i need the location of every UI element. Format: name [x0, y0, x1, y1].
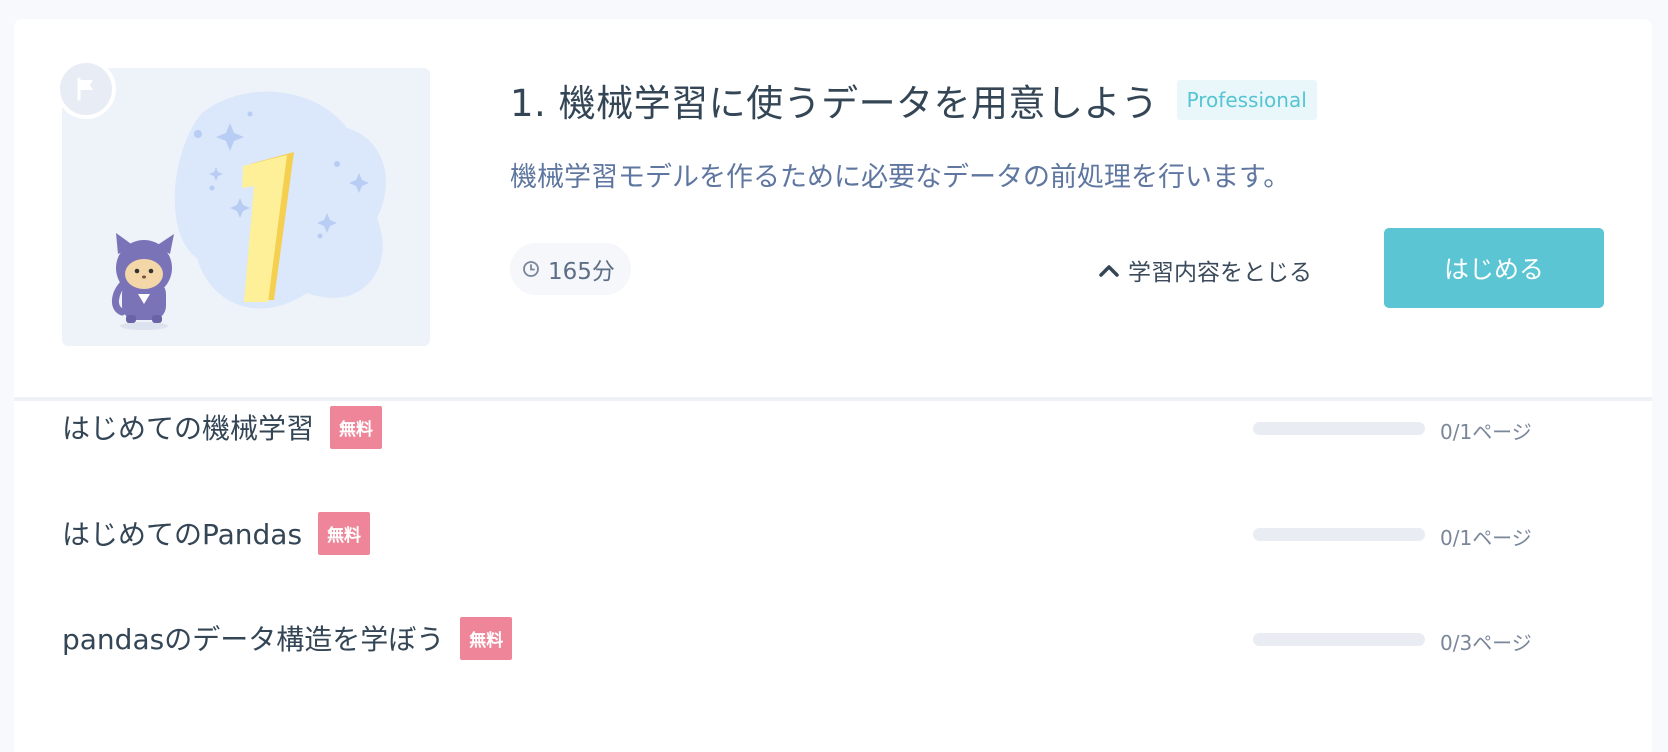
free-badge: 無料 — [330, 405, 383, 449]
course-header: 1. 機械学習に使うデータを用意しよう Professional 機械学習モデル… — [14, 19, 1652, 401]
collapse-toggle[interactable]: 学習内容をとじる — [1098, 253, 1312, 287]
lesson-title: はじめてのPandas — [62, 518, 303, 551]
duration-pill: 165分 — [510, 243, 631, 295]
duration-text: 165分 — [548, 259, 615, 285]
course-description: 機械学習モデルを作るために必要なデータの前処理を行います。 — [510, 162, 1291, 193]
level-badge: Professional — [1176, 80, 1317, 120]
clock-icon — [523, 261, 539, 277]
chevron-up-icon — [1099, 265, 1119, 277]
title-row: 1. 機械学習に使うデータを用意しよう Professional — [510, 73, 1317, 127]
lesson-page-count: 0/1ページ — [1440, 526, 1532, 550]
lesson-progress-bar — [1253, 528, 1425, 541]
course-thumbnail — [56, 59, 430, 346]
free-badge: 無料 — [318, 511, 371, 555]
lesson-progress-bar — [1253, 633, 1425, 646]
lesson-title: pandasのデータ構造を学ぼう — [62, 623, 445, 656]
lesson-page-count: 0/1ページ — [1440, 420, 1532, 444]
course-illustration — [112, 91, 386, 330]
lesson-page-count: 0/3ページ — [1440, 631, 1532, 655]
collapse-toggle-label: 学習内容をとじる — [1128, 260, 1312, 286]
course-title: 1. 機械学習に使うデータを用意しよう — [510, 82, 1159, 125]
lesson-title: はじめての機械学習 — [62, 412, 315, 445]
flag-icon — [56, 59, 116, 119]
start-button[interactable]: はじめる — [1384, 228, 1604, 308]
course-card: 1. 機械学習に使うデータを用意しよう Professional 機械学習モデル… — [14, 19, 1652, 752]
lesson-progress-bar — [1253, 422, 1425, 435]
free-badge: 無料 — [460, 616, 513, 660]
